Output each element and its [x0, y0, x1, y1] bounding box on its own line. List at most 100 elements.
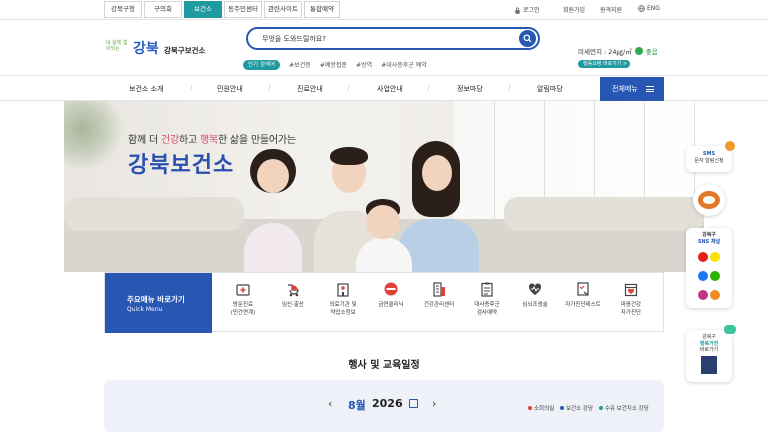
remote-support-link[interactable]: 원격지원: [600, 5, 622, 14]
calendar-year: 2026: [372, 397, 403, 410]
quick-item-metabolic-syndrome[interactable]: 대사증후군 검사예약: [463, 281, 511, 317]
quick-item-self-test[interactable]: 자가진단테스트: [559, 281, 607, 309]
search-button[interactable]: [519, 30, 536, 47]
globe-icon: [638, 5, 645, 12]
legend-dot-teal: [598, 406, 603, 410]
facebook-icon[interactable]: [698, 271, 708, 281]
hero-plant-decoration: [64, 101, 124, 171]
legend-label: 수유 보건지소 강당: [604, 406, 649, 412]
checklist-icon: [577, 282, 589, 296]
quick-item-label: 방문진료: [232, 302, 254, 308]
language-label: ENG: [647, 5, 660, 12]
all-menu-label: 전체메뉴: [612, 85, 638, 93]
keyword-link[interactable]: #예방접종: [320, 60, 347, 69]
nav-separator: /: [268, 84, 271, 92]
calendar-icon[interactable]: [409, 399, 418, 408]
happy-news-link[interactable]: 강북구 행복거전 바로가기: [686, 325, 736, 382]
fine-dust-widget: 미세먼지 : 24㎍/㎥ 좋음 행동요령 바로가기 >: [578, 39, 658, 68]
kakao-icon[interactable]: [710, 252, 720, 262]
join-link[interactable]: 회원가입: [563, 5, 585, 14]
popular-keywords: 인기 검색어 #보건증 #예방접종 #방역 #대사증후군 예약: [243, 54, 427, 70]
quick-item-label: 자가진단테스트: [565, 302, 601, 308]
quick-menu-subtitle: Quick Menu: [127, 306, 163, 313]
line-icon[interactable]: [710, 271, 720, 281]
quick-item-label: 약업소정보: [330, 310, 356, 316]
top-utility-bar: 강북구청 구의회 보건소 동주민센터 관련사이트 통합예약 로그인 회원가입 원…: [0, 0, 768, 20]
nav-programs[interactable]: 사업안내: [377, 84, 403, 94]
quick-menu-heading: 주요메뉴 바로가기 Quick Menu: [105, 273, 212, 333]
quick-item-label: (민간연계): [230, 310, 256, 316]
search-icon: [523, 34, 532, 43]
nav-separator: /: [190, 84, 193, 92]
nav-about[interactable]: 보건소 소개: [129, 84, 163, 94]
nav-info[interactable]: 정보마당: [457, 84, 483, 94]
login-link[interactable]: 로그인: [514, 5, 540, 14]
hospital-building-icon: [337, 283, 349, 297]
chat-bubble-icon: [724, 325, 736, 334]
tab-council[interactable]: 구의회: [144, 1, 182, 18]
quick-item-mental-health[interactable]: 마음건강 자가진단: [607, 281, 655, 317]
quick-item-label: 검사예약: [476, 310, 498, 316]
tab-gangbuk-gu[interactable]: 강북구청: [104, 1, 142, 18]
calendar-heart-icon: [624, 283, 638, 297]
search-input[interactable]: [262, 31, 502, 46]
sms-description: 문자 알림신청: [694, 157, 724, 164]
news-line3: 바로가기: [699, 347, 719, 353]
clipboard-icon: [481, 282, 493, 297]
popular-keywords-label: 인기 검색어: [243, 59, 281, 70]
nav-notice[interactable]: 알림마당: [537, 84, 563, 94]
nav-separator: /: [427, 84, 430, 92]
site-logo[interactable]: 내 삶에 힘이되는 강북 강북구보건소: [106, 40, 216, 62]
quick-item-pregnancy[interactable]: 임신·출산: [269, 281, 317, 309]
next-month-button[interactable]: ›: [432, 397, 436, 410]
calendar-legend: 소회의실 보건소 강당 수유 보건지소 강당: [524, 404, 649, 412]
nav-civil[interactable]: 민원안내: [217, 84, 243, 94]
tab-integrated-reservation[interactable]: 통합예약: [304, 1, 340, 18]
login-label: 로그인: [523, 7, 540, 14]
tagline-part: 하고: [178, 135, 200, 146]
tagline-highlight: 행복: [199, 135, 218, 146]
sns-title-line2: SNS 채널: [697, 238, 721, 245]
dust-guide-button[interactable]: 행동요령 바로가기 >: [578, 60, 630, 68]
quick-item-label: 금연클리닉: [378, 302, 404, 308]
hero-family-photo: [224, 141, 524, 272]
quick-menu-title: 주요메뉴 바로가기: [127, 295, 185, 304]
tab-health-center[interactable]: 보건소: [184, 1, 222, 18]
mascot-icon: [693, 184, 725, 216]
hero-title: 강북보건소: [128, 153, 235, 178]
tab-related-sites[interactable]: 관련사이트: [264, 1, 302, 18]
hero-banner: 함께 더 건강하고 행복한 삶을 만들어가는 강북보건소: [64, 101, 704, 272]
no-smoking-icon: [384, 282, 398, 296]
tagline-highlight: 건강: [160, 135, 179, 146]
legend-label: 소회의실: [534, 406, 555, 412]
keyword-link[interactable]: #방역: [356, 60, 372, 69]
keyword-link[interactable]: #보건증: [289, 60, 311, 69]
prev-month-button[interactable]: ‹: [328, 397, 332, 410]
all-menu-button[interactable]: 전체메뉴: [600, 77, 664, 101]
quick-item-label: 자가진단: [620, 310, 642, 316]
quick-item-label: 임신·출산: [282, 302, 304, 308]
bell-icon: [725, 141, 735, 151]
blog-icon[interactable]: [710, 290, 720, 300]
quick-item-cardio[interactable]: 심뇌조생술: [511, 281, 559, 309]
logo-slogan: 내 삶에 힘이되는: [106, 40, 128, 52]
quick-menu: 주요메뉴 바로가기 Quick Menu 방문진료 (민간연계) 임신·출산 의…: [104, 272, 664, 333]
search-box: [246, 27, 540, 50]
site-header: 내 삶에 힘이되는 강북 강북구보건소 인기 검색어 #보건증 #예방접종 #방…: [0, 20, 768, 76]
lock-icon: [515, 7, 520, 14]
events-section-title: 행사 및 교육일정: [348, 360, 420, 371]
tab-community-center[interactable]: 동주민센터: [224, 1, 262, 18]
quick-item-label: 마음건강: [620, 302, 642, 308]
quick-item-smoking-clinic[interactable]: 금연클리닉: [367, 281, 415, 309]
nav-treatment[interactable]: 진료안내: [297, 84, 323, 94]
language-link[interactable]: ENG: [638, 5, 660, 12]
quick-item-health-center[interactable]: 건강관리센터: [415, 281, 463, 309]
keyword-link[interactable]: #대사증후군 예약: [381, 60, 427, 69]
sns-channel-box: 강북구 SNS 채널: [686, 228, 732, 308]
instagram-icon[interactable]: [698, 290, 708, 300]
smile-icon: [634, 47, 643, 55]
youtube-icon[interactable]: [698, 252, 708, 262]
sms-alert-button[interactable]: SMS 문자 알림신청: [686, 141, 735, 172]
quick-item-medical-institutions[interactable]: 의료기관 및 약업소정보: [319, 281, 367, 317]
quick-item-home-visit[interactable]: 방문진료 (민간연계): [219, 281, 267, 317]
